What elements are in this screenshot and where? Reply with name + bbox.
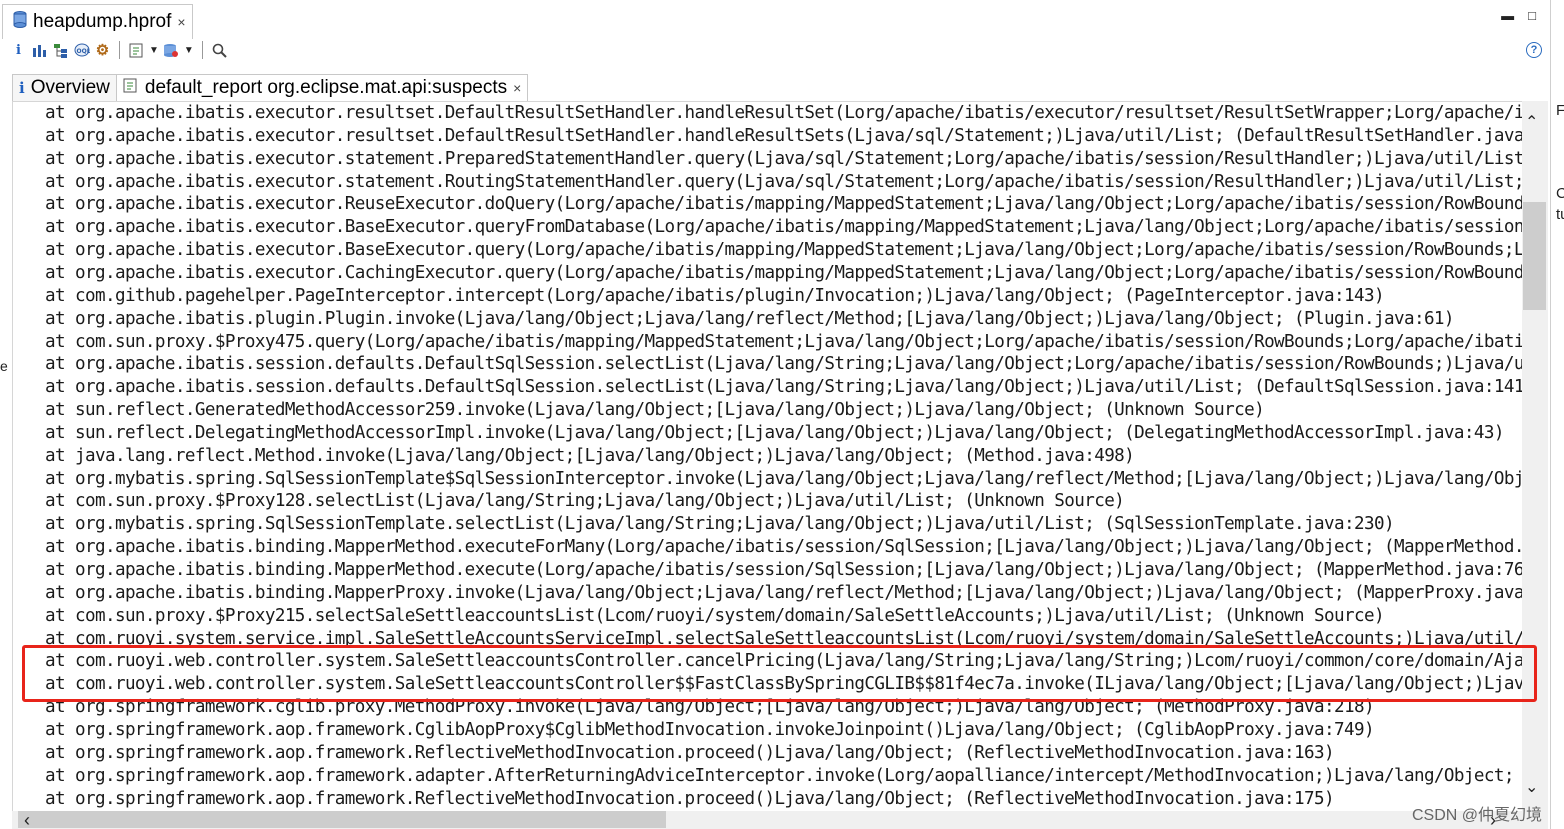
toolbar-separator	[119, 41, 120, 59]
close-icon[interactable]: ×	[177, 15, 185, 29]
stack-frame-line[interactable]: at org.apache.ibatis.executor.resultset.…	[45, 102, 1523, 125]
svg-text:OQL: OQL	[76, 48, 90, 55]
stack-frame-line[interactable]: at com.ruoyi.web.controller.system.SaleS…	[45, 673, 1523, 696]
stack-frame-line[interactable]: at org.apache.ibatis.executor.resultset.…	[45, 125, 1523, 148]
edge-text: tu	[1556, 206, 1564, 223]
stack-frame-line[interactable]: at org.springframework.cglib.proxy.Metho…	[45, 696, 1375, 719]
window-controls: ▬ □	[1501, 8, 1536, 23]
stack-frame-line[interactable]: at org.apache.ibatis.binding.MapperMetho…	[45, 559, 1523, 582]
tab-label: default_report org.eclipse.mat.api:suspe…	[144, 77, 508, 98]
maximize-icon[interactable]: □	[1528, 8, 1536, 23]
stack-frame-line[interactable]: at com.sun.proxy.$Proxy128.selectList(Lj…	[45, 490, 1125, 513]
vertical-scroll-thumb[interactable]	[1523, 202, 1546, 310]
edge-text: C	[1556, 185, 1564, 202]
stack-frame-line[interactable]: at org.apache.ibatis.executor.BaseExecut…	[45, 216, 1523, 239]
stack-frame-line[interactable]: at org.apache.ibatis.executor.CachingExe…	[45, 262, 1523, 285]
tab-overview[interactable]: i Overview	[12, 74, 117, 101]
scroll-up-icon[interactable]: ⌃	[1525, 112, 1538, 132]
search-icon[interactable]	[211, 42, 228, 59]
stack-frame-line[interactable]: at org.apache.ibatis.executor.statement.…	[45, 171, 1523, 194]
stack-frame-line[interactable]: at com.ruoyi.system.service.impl.SaleSet…	[45, 628, 1523, 651]
stack-frame-line[interactable]: at org.apache.ibatis.binding.MapperMetho…	[45, 536, 1523, 559]
toolbar-separator	[201, 41, 203, 59]
stack-frame-line[interactable]: at org.mybatis.spring.SqlSessionTemplate…	[45, 468, 1523, 491]
chevron-down-icon[interactable]: ▼	[184, 45, 194, 56]
editor-tab-title: heapdump.hprof	[33, 11, 172, 32]
stack-frame-line[interactable]: at org.apache.ibatis.plugin.Plugin.invok…	[45, 308, 1455, 331]
subtab-bar: i Overview default_report org.eclipse.ma…	[12, 74, 529, 101]
watermark: CSDN @仲夏幻境	[1412, 807, 1543, 824]
stack-frame-line[interactable]: at sun.reflect.DelegatingMethodAccessorI…	[45, 422, 1504, 445]
edge-text: e	[0, 358, 8, 374]
stack-frame-line[interactable]: at org.apache.ibatis.session.defaults.De…	[45, 353, 1523, 376]
stack-frame-line[interactable]: at org.apache.ibatis.executor.BaseExecut…	[45, 239, 1523, 262]
dominator-tree-icon[interactable]	[52, 42, 69, 59]
stack-frame-line[interactable]: at org.springframework.aop.framework.Cgl…	[45, 719, 1375, 742]
stack-frame-line[interactable]: at java.lang.reflect.Method.invoke(Ljava…	[45, 445, 1135, 468]
horizontal-scroll-thumb[interactable]	[18, 811, 666, 828]
query-browser-icon[interactable]	[163, 42, 180, 59]
toolbar: i OQL ⚙ ▼ ▼	[10, 39, 228, 61]
tab-label: Overview	[30, 77, 110, 98]
oql-icon[interactable]: OQL	[73, 42, 90, 59]
editor-tab-heapdump[interactable]: heapdump.hprof ×	[2, 4, 193, 39]
gear-icon[interactable]: ⚙	[94, 42, 111, 59]
stack-frame-line[interactable]: at org.apache.ibatis.binding.MapperProxy…	[45, 582, 1523, 605]
stack-frame-line[interactable]: at com.ruoyi.web.controller.system.SaleS…	[45, 650, 1523, 673]
help-icon[interactable]: ?	[1526, 42, 1542, 58]
database-file-icon	[13, 11, 27, 33]
info-icon: i	[19, 79, 25, 97]
info-icon[interactable]: i	[10, 42, 27, 59]
stack-frame-line[interactable]: at org.springframework.aop.framework.ada…	[45, 765, 1514, 788]
stack-frame-line[interactable]: at org.springframework.aop.framework.Ref…	[45, 742, 1335, 765]
stack-frame-line[interactable]: at com.sun.proxy.$Proxy475.query(Lorg/ap…	[45, 331, 1523, 354]
stack-frame-line[interactable]: at org.mybatis.spring.SqlSessionTemplate…	[45, 513, 1395, 536]
tab-default-report[interactable]: default_report org.eclipse.mat.api:suspe…	[115, 74, 529, 101]
scroll-left-icon[interactable]: ‹	[24, 810, 30, 829]
run-report-icon[interactable]	[128, 42, 145, 59]
right-panel-edge	[1550, 0, 1564, 829]
minimize-icon[interactable]: ▬	[1501, 8, 1514, 23]
mat-window: heapdump.hprof × ▬ □ i OQL ⚙ ▼ ▼ ? i Ove…	[0, 0, 1564, 829]
stack-frame-line[interactable]: at sun.reflect.GeneratedMethodAccessor25…	[45, 399, 1265, 422]
scroll-down-icon[interactable]: ⌄	[1525, 777, 1538, 797]
stack-frame-line[interactable]: at org.apache.ibatis.session.defaults.De…	[45, 376, 1523, 399]
stack-frame-line[interactable]: at org.apache.ibatis.executor.ReuseExecu…	[45, 193, 1523, 216]
close-icon[interactable]: ×	[513, 81, 521, 95]
stack-frame-line[interactable]: at org.springframework.aop.framework.Ref…	[45, 788, 1335, 811]
stack-frame-line[interactable]: at org.apache.ibatis.executor.statement.…	[45, 148, 1523, 171]
edge-text: F	[1556, 102, 1564, 119]
stack-frame-line[interactable]: at com.sun.proxy.$Proxy215.selectSaleSet…	[45, 605, 1385, 628]
chevron-down-icon[interactable]: ▼	[149, 45, 159, 56]
stack-frame-line[interactable]: at com.github.pagehelper.PageInterceptor…	[45, 285, 1385, 308]
histogram-icon[interactable]	[31, 42, 48, 59]
report-icon	[123, 77, 139, 99]
stack-trace-view[interactable]: at org.apache.ibatis.executor.resultset.…	[12, 101, 1523, 813]
